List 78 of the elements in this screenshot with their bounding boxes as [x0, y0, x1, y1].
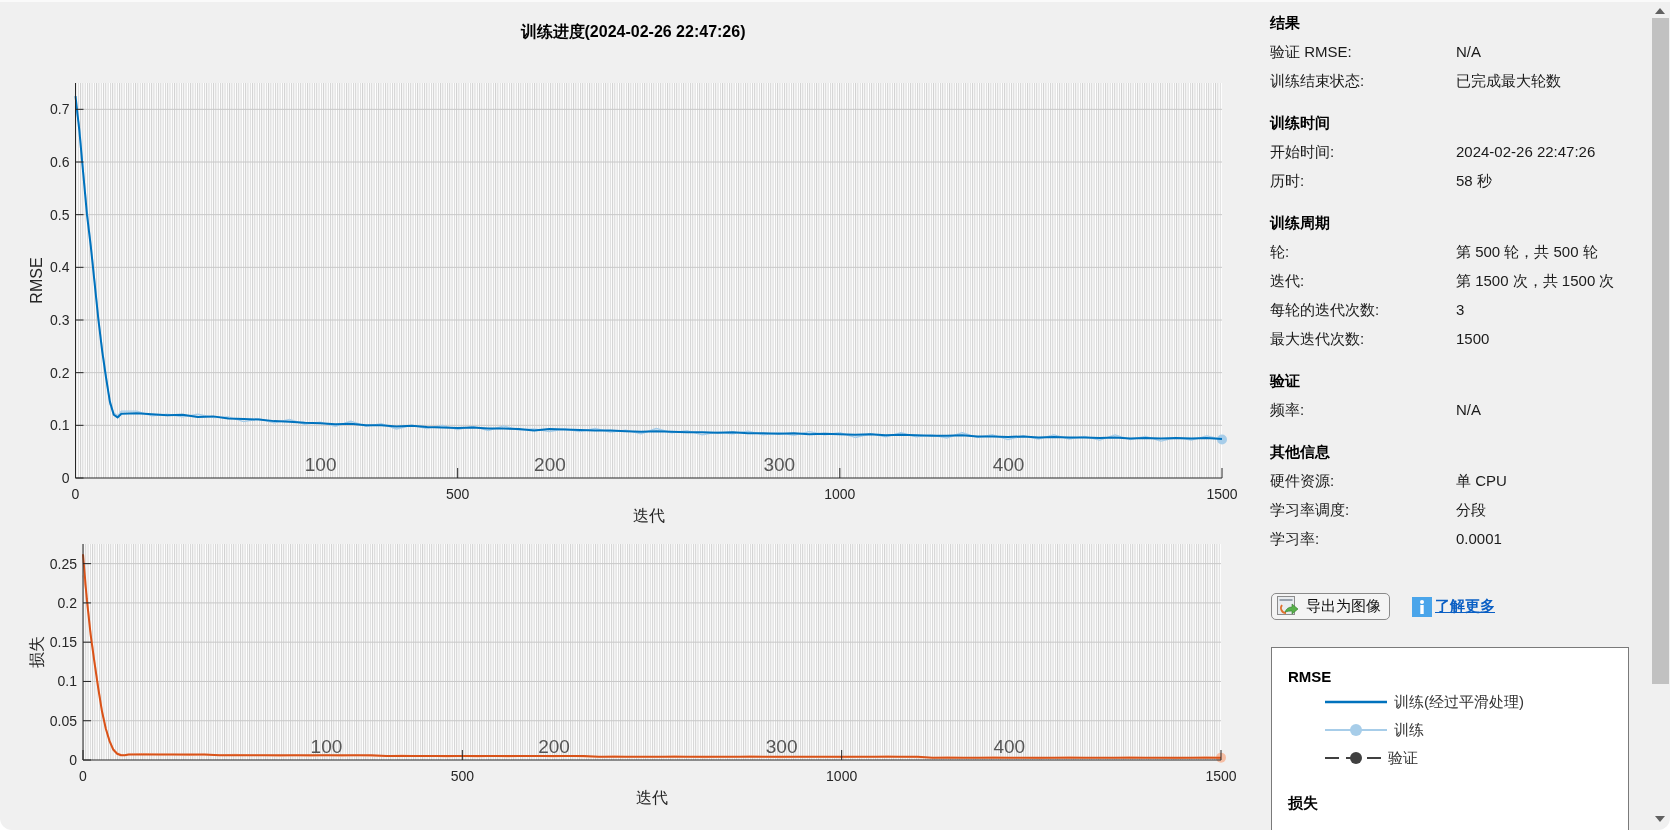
tick-label: 0.15: [49, 634, 77, 651]
field-label: 学习率:: [1270, 529, 1321, 549]
tick-label: 0.5: [50, 206, 70, 223]
tick-label: 0.3: [50, 312, 70, 328]
scrollbar-thumb[interactable]: [1651, 18, 1669, 684]
epoch-label: 300: [765, 736, 798, 757]
tick-label: 500: [450, 768, 474, 784]
scroll-up-icon[interactable]: [1655, 8, 1665, 14]
epoch-label: 400: [993, 736, 1026, 757]
tick-label: 1000: [826, 768, 858, 784]
legend-label: 验证: [1388, 748, 1418, 768]
tick-label: 0: [69, 752, 77, 768]
epoch-label: 300: [763, 454, 796, 475]
section-heading: 训练时间: [1270, 113, 1330, 133]
epoch-label: 100: [304, 454, 337, 475]
field-label: 最大迭代次数:: [1270, 329, 1366, 349]
scroll-down-icon[interactable]: [1655, 816, 1665, 822]
end-point-marker: [1217, 434, 1227, 445]
info-icon: [1412, 596, 1432, 617]
legend-heading: 损失: [1288, 793, 1318, 813]
field-label: 历时:: [1270, 171, 1306, 191]
axis-title: 迭代: [632, 506, 665, 524]
tick-label: 1000: [824, 486, 856, 502]
section-heading: 训练周期: [1270, 213, 1330, 233]
field-label: 验证 RMSE:: [1270, 42, 1353, 62]
tick-label: 0: [71, 486, 80, 502]
tick-label: 0.4: [50, 259, 70, 276]
field-value: 3: [1456, 300, 1465, 320]
tick-label: 0.6: [50, 154, 70, 170]
tick-label: 0.1: [57, 673, 77, 690]
export-image-button[interactable]: 导出为图像: [1271, 593, 1390, 620]
axis-title: 迭代: [636, 788, 668, 806]
epoch-label: 400: [992, 454, 1025, 475]
tick-label: 0.05: [49, 712, 77, 729]
field-value: 0.0001: [1456, 529, 1502, 549]
chart-title: 训练进度(2024-02-26 22:47:26): [520, 21, 746, 42]
field-label: 硬件资源:: [1270, 471, 1336, 491]
export-image-icon: [1277, 596, 1298, 617]
epoch-label: 200: [534, 454, 566, 475]
field-label: 每轮的迭代次数:: [1270, 300, 1381, 320]
tick-label: 0.2: [50, 364, 70, 381]
field-label: 学习率调度:: [1270, 500, 1351, 520]
tick-label: 0.1: [50, 417, 70, 434]
field-value: N/A: [1456, 42, 1481, 62]
field-value: N/A: [1456, 400, 1481, 420]
epoch-label: 100: [310, 736, 343, 757]
field-label: 频率:: [1270, 400, 1306, 420]
legend-label: 训练: [1394, 720, 1424, 740]
axis-title: RMSE: [27, 257, 45, 304]
tick-label: 0.2: [57, 594, 77, 611]
tick-label: 0: [79, 768, 87, 784]
field-value: 2024-02-26 22:47:26: [1456, 142, 1596, 162]
section-heading: 验证: [1270, 371, 1300, 391]
field-value: 已完成最大轮数: [1456, 71, 1561, 91]
end-point-marker: [1216, 752, 1226, 763]
field-value: 第 1500 次，共 1500 次: [1456, 271, 1615, 291]
epoch-label: 200: [538, 736, 570, 757]
section-heading: 其他信息: [1270, 442, 1330, 462]
legend-heading: RMSE: [1288, 667, 1332, 687]
axis-title: 损失: [27, 636, 45, 668]
field-label: 开始时间:: [1270, 142, 1336, 162]
tick-label: 0: [61, 470, 70, 486]
section-heading: 结果: [1270, 13, 1300, 33]
learn-more-link[interactable]: 了解更多: [1435, 597, 1495, 616]
field-label: 迭代:: [1270, 271, 1306, 291]
tick-label: 0.25: [49, 555, 77, 572]
tick-label: 500: [446, 486, 470, 502]
field-value: 58 秒: [1456, 171, 1492, 191]
field-label: 轮:: [1270, 242, 1291, 262]
tick-label: 1500: [1205, 768, 1237, 784]
field-value: 单 CPU: [1456, 471, 1507, 491]
tick-label: 0.7: [50, 101, 70, 118]
tick-label: 1500: [1206, 486, 1238, 502]
field-value: 第 500 轮，共 500 轮: [1456, 242, 1598, 262]
field-value: 1500: [1456, 329, 1490, 349]
field-value: 分段: [1456, 500, 1486, 520]
field-label: 训练结束状态:: [1270, 71, 1366, 91]
legend-label: 训练(经过平滑处理): [1394, 692, 1524, 712]
